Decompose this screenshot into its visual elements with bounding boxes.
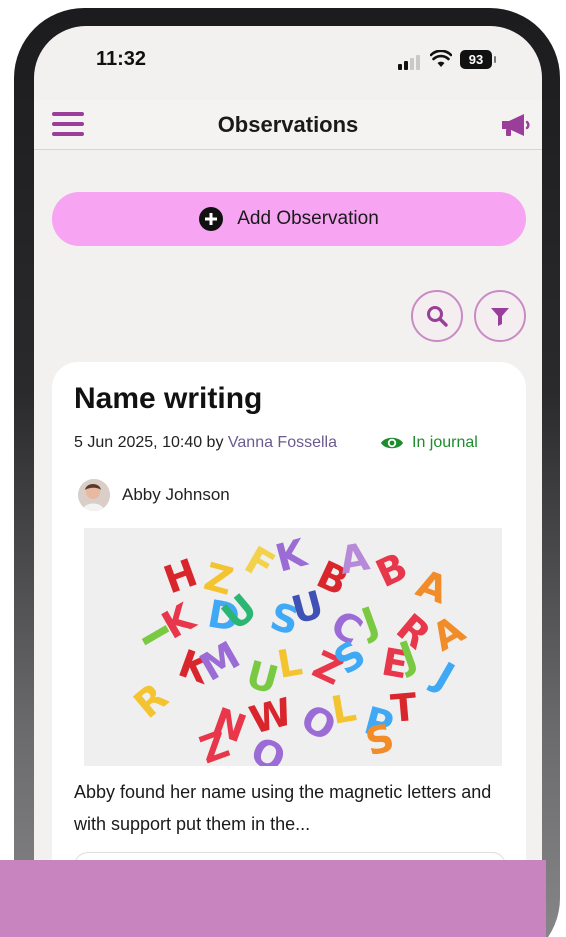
page-title: Observations (217, 112, 359, 137)
journal-status: In journal (380, 434, 478, 452)
observation-meta: 5 Jun 2025, 10:40 by Vanna Fossella (74, 434, 337, 452)
svg-text:T: T (389, 685, 419, 731)
observation-photo[interactable]: H Z F K B A B A I K D U S U C J R A K M … (84, 528, 502, 766)
signal-icon (398, 54, 422, 70)
nav-bar: Observations (34, 100, 542, 150)
status-bar: 11:32 93 (34, 26, 542, 96)
magnetic-letters-image: H Z F K B A B A I K D U S U C J R A K M … (84, 528, 502, 766)
observation-date: 5 Jun 2025, 10:40 by (74, 434, 224, 451)
status-time: 11:32 (96, 48, 147, 70)
filter-icon (491, 308, 509, 326)
eye-icon (381, 437, 403, 449)
child-tag[interactable]: Abby Johnson (78, 478, 230, 512)
avatar (78, 479, 110, 511)
battery-indicator: 93 (460, 50, 492, 69)
plus-circle-icon (199, 207, 224, 231)
battery-tip (494, 56, 496, 63)
add-observation-label: Add Observation (237, 208, 379, 229)
observation-card[interactable]: Name writing 5 Jun 2025, 10:40 by Vanna … (52, 362, 526, 937)
observation-description: Abby found her name using the magnetic l… (74, 782, 492, 834)
overlay-block (0, 860, 546, 937)
app-screen: 11:32 93 Observations Add Observation Na… (34, 26, 542, 937)
add-observation-button[interactable]: Add Observation (52, 192, 526, 246)
observation-title: Name writing (74, 382, 263, 415)
search-button[interactable] (411, 290, 463, 342)
megaphone-icon[interactable] (500, 112, 532, 138)
wifi-icon (430, 50, 452, 67)
journal-status-label: In journal (412, 434, 478, 451)
author-link[interactable]: Vanna Fossella (228, 434, 337, 451)
filter-button[interactable] (474, 290, 526, 342)
search-icon (427, 306, 448, 327)
child-name: Abby Johnson (122, 485, 230, 504)
